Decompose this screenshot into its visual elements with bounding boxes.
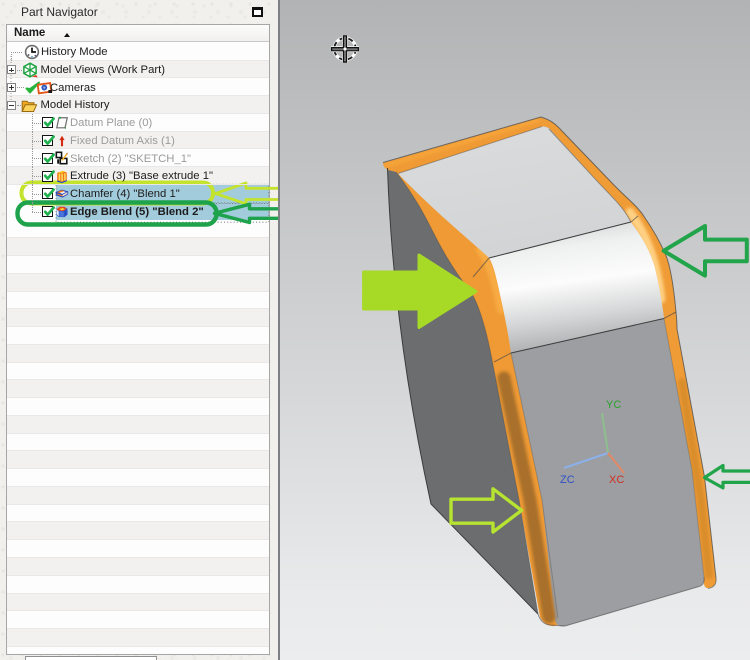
svg-text:YC: YC bbox=[606, 399, 621, 411]
svg-text:ZC: ZC bbox=[560, 474, 575, 486]
svg-text:XC: XC bbox=[609, 474, 624, 486]
